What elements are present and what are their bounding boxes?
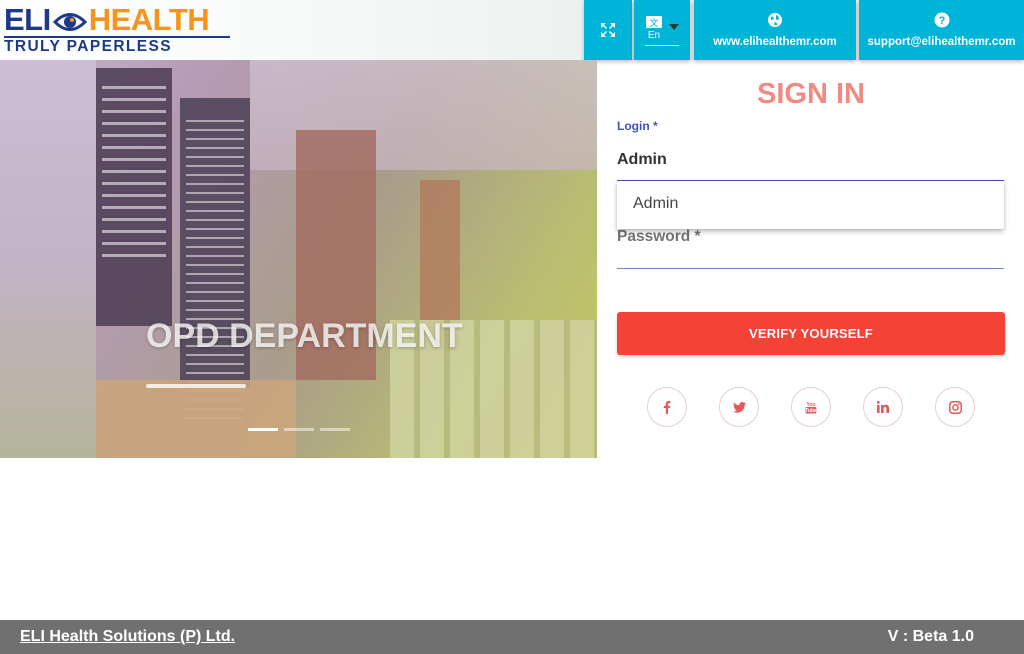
logo-health-text: HEALTH [88, 2, 210, 37]
svg-text:En: En [648, 30, 660, 39]
footer: ELI Health Solutions (P) Ltd. V : Beta 1… [0, 620, 1024, 654]
linkedin-icon [877, 401, 889, 413]
svg-text:?: ? [938, 15, 945, 27]
svg-text:文: 文 [649, 17, 658, 29]
login-label: Login * [617, 119, 658, 133]
company-link[interactable]: ELI Health Solutions (P) Ltd. [20, 628, 235, 646]
svg-text:Tube: Tube [805, 408, 817, 414]
caption-underline [146, 384, 246, 388]
hero-image-wall [0, 60, 96, 458]
login-autocomplete-dropdown: Admin [617, 181, 1004, 229]
version-label: V : Beta 1.0 [887, 628, 974, 645]
logo-eli-text: ELI [4, 2, 51, 37]
youtube-icon: You Tube [805, 401, 817, 414]
carousel-indicator-3[interactable] [320, 428, 350, 431]
top-header: ELI HEALTH TRULY PAPERLESS 文 En www.elih… [0, 0, 1024, 60]
expand-icon [600, 22, 616, 38]
eli-health-logo[interactable]: ELI HEALTH TRULY PAPERLESS [4, 2, 230, 55]
carousel-indicators [248, 428, 350, 431]
facebook-link[interactable] [647, 387, 687, 427]
translate-icon: 文 En [645, 15, 663, 39]
hero-carousel[interactable]: OPD DEPARTMENT [0, 60, 597, 458]
fullscreen-button[interactable] [584, 0, 632, 60]
support-label: support@elihealthemr.com [867, 36, 1016, 48]
logo-tagline: TRULY PAPERLESS [4, 36, 230, 55]
website-label: www.elihealthemr.com [713, 36, 837, 48]
password-input[interactable] [617, 268, 1004, 269]
eye-icon [52, 7, 87, 33]
twitter-link[interactable] [719, 387, 759, 427]
carousel-indicator-2[interactable] [284, 428, 314, 431]
verify-yourself-button[interactable]: VERIFY YOURSELF [617, 312, 1005, 355]
slide-caption: OPD DEPARTMENT [146, 317, 463, 355]
website-link[interactable]: www.elihealthemr.com [694, 0, 856, 60]
password-label: Password * [617, 228, 701, 245]
linkedin-link[interactable] [863, 387, 903, 427]
login-input[interactable] [617, 140, 1004, 181]
language-selector[interactable]: 文 En [634, 0, 690, 60]
youtube-link[interactable]: You Tube [791, 387, 831, 427]
globe-icon [767, 12, 783, 28]
chevron-down-icon [669, 23, 679, 30]
support-link[interactable]: ? support@elihealthemr.com [859, 0, 1024, 60]
instagram-link[interactable] [935, 387, 975, 427]
autocomplete-option[interactable]: Admin [633, 195, 678, 213]
help-icon: ? [934, 12, 950, 28]
carousel-indicator-1[interactable] [248, 428, 278, 431]
twitter-icon [732, 401, 746, 413]
facebook-icon [663, 400, 671, 414]
instagram-icon [948, 400, 962, 414]
sign-in-title: SIGN IN [757, 78, 865, 110]
hero-image-reception-counter [96, 380, 296, 458]
